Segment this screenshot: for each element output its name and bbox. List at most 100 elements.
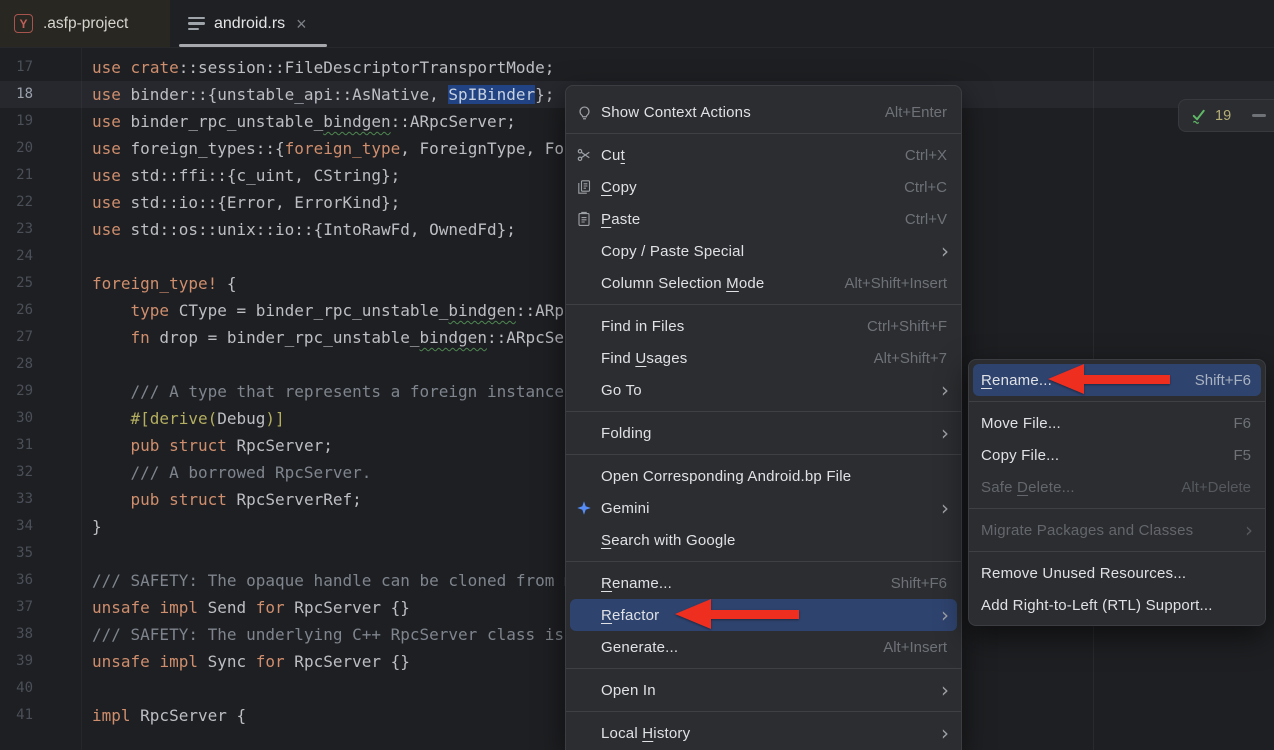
close-tab-icon[interactable]: × bbox=[296, 15, 307, 33]
menu-item-label: Local History bbox=[601, 725, 690, 742]
shortcut-hint: Alt+Enter bbox=[885, 104, 947, 121]
menu-item-copy-paste-special[interactable]: Copy / Paste Special› bbox=[566, 235, 961, 267]
menu-item-paste[interactable]: PasteCtrl+V bbox=[566, 203, 961, 235]
lightbulb-icon bbox=[576, 104, 601, 121]
line-number[interactable]: 35 bbox=[0, 540, 33, 567]
menu-item-rename[interactable]: Rename... Shift+F6 bbox=[566, 567, 961, 599]
menu-item-label: Find in Files bbox=[601, 318, 684, 335]
chevron-right-icon: › bbox=[941, 498, 949, 518]
code-text: foreign_type! { bbox=[92, 270, 237, 297]
widget-more-icon[interactable] bbox=[1252, 114, 1266, 117]
menu-item-label: Find Usages bbox=[601, 350, 687, 367]
line-number[interactable]: 32 bbox=[0, 459, 33, 486]
menu-item-remove-unused-resources[interactable]: Remove Unused Resources... bbox=[969, 557, 1265, 589]
menu-item-gemini[interactable]: Gemini› bbox=[566, 492, 961, 524]
line-number[interactable]: 33 bbox=[0, 486, 33, 513]
line-number[interactable]: 40 bbox=[0, 675, 33, 702]
line-number[interactable]: 39 bbox=[0, 648, 33, 675]
line-number[interactable]: 36 bbox=[0, 567, 33, 594]
ide-window: Y .asfp-project android.rs × 17use crate… bbox=[0, 0, 1274, 750]
line-number[interactable]: 26 bbox=[0, 297, 33, 324]
tab-android-rs[interactable]: android.rs × bbox=[176, 0, 330, 47]
gemini-star-icon bbox=[576, 500, 601, 516]
line-number[interactable]: 25 bbox=[0, 270, 33, 297]
line-number[interactable]: 28 bbox=[0, 351, 33, 378]
project-tab-label: .asfp-project bbox=[43, 15, 128, 33]
menu-item-label: Copy bbox=[601, 179, 637, 196]
menu-separator bbox=[969, 551, 1265, 552]
shortcut-hint: F5 bbox=[1233, 447, 1251, 464]
line-number[interactable]: 37 bbox=[0, 594, 33, 621]
menu-item-search-with-google[interactable]: Search with Google bbox=[566, 524, 961, 556]
menu-item-label: Column Selection Mode bbox=[601, 275, 764, 292]
inspections-ok-icon bbox=[1189, 106, 1208, 125]
editor-tab-label: android.rs bbox=[214, 15, 285, 33]
paste-icon bbox=[576, 211, 601, 227]
shortcut-hint: F6 bbox=[1233, 415, 1251, 432]
line-number[interactable]: 24 bbox=[0, 243, 33, 270]
line-number[interactable]: 18 bbox=[0, 81, 33, 108]
menu-item-label: Cut bbox=[601, 147, 625, 164]
menu-item-go-to[interactable]: Go To› bbox=[566, 374, 961, 406]
menu-item-label: Go To bbox=[601, 382, 642, 399]
tab-asfp-project[interactable]: Y .asfp-project bbox=[0, 0, 170, 47]
line-number[interactable]: 19 bbox=[0, 108, 33, 135]
code-text: use std::io::{Error, ErrorKind}; bbox=[92, 189, 400, 216]
line-number[interactable]: 30 bbox=[0, 405, 33, 432]
line-number[interactable]: 20 bbox=[0, 135, 33, 162]
yaml-file-icon: Y bbox=[14, 14, 33, 33]
menu-separator bbox=[566, 411, 961, 412]
menu-item-find-in-files[interactable]: Find in FilesCtrl+Shift+F bbox=[566, 310, 961, 342]
menu-item-show-context-actions[interactable]: Show Context Actions Alt+Enter bbox=[566, 96, 961, 128]
shortcut-hint: Ctrl+C bbox=[904, 179, 947, 196]
inspections-widget[interactable]: 19 bbox=[1178, 99, 1274, 132]
code-text: use std::ffi::{c_uint, CString}; bbox=[92, 162, 400, 189]
line-number[interactable]: 17 bbox=[0, 54, 33, 81]
menu-item-generate[interactable]: Generate...Alt+Insert bbox=[566, 631, 961, 663]
menu-item-label: Add Right-to-Left (RTL) Support... bbox=[981, 597, 1213, 614]
shortcut-hint: Alt+Delete bbox=[1181, 479, 1251, 496]
warning-count: 19 bbox=[1215, 108, 1231, 124]
menu-item-safe-delete: Safe Delete...Alt+Delete bbox=[969, 471, 1265, 503]
copy-icon bbox=[576, 179, 601, 195]
code-line-17[interactable]: 17use crate::session::FileDescriptorTran… bbox=[0, 54, 1274, 81]
menu-item-folding[interactable]: Folding› bbox=[566, 417, 961, 449]
menu-item-cut[interactable]: Cut Ctrl+X bbox=[566, 139, 961, 171]
shortcut-hint: Shift+F6 bbox=[891, 575, 947, 592]
line-number[interactable]: 23 bbox=[0, 216, 33, 243]
code-text: type CType = binder_rpc_unstable_bindgen… bbox=[92, 297, 641, 324]
line-number[interactable]: 31 bbox=[0, 432, 33, 459]
menu-item-add-right-to-left-rtl-support[interactable]: Add Right-to-Left (RTL) Support... bbox=[969, 589, 1265, 621]
scissors-icon bbox=[576, 147, 601, 163]
code-text: unsafe impl Sync for RpcServer {} bbox=[92, 648, 410, 675]
line-number[interactable]: 21 bbox=[0, 162, 33, 189]
line-number[interactable]: 41 bbox=[0, 702, 33, 729]
line-number[interactable]: 22 bbox=[0, 189, 33, 216]
shortcut-hint: Ctrl+X bbox=[905, 147, 947, 164]
code-text: unsafe impl Send for RpcServer {} bbox=[92, 594, 410, 621]
menu-item-open-corresponding-android-bp-file[interactable]: Open Corresponding Android.bp File bbox=[566, 460, 961, 492]
menu-item-open-in[interactable]: Open In› bbox=[566, 674, 961, 706]
menu-item-label: Folding bbox=[601, 425, 652, 442]
menu-item-local-history[interactable]: Local History › bbox=[566, 717, 961, 749]
shortcut-hint: Alt+Shift+Insert bbox=[844, 275, 947, 292]
chevron-right-icon: › bbox=[1245, 520, 1253, 540]
menu-item-column-selection-mode[interactable]: Column Selection Mode Alt+Shift+Insert bbox=[566, 267, 961, 299]
chevron-right-icon: › bbox=[941, 723, 949, 743]
chevron-right-icon: › bbox=[941, 605, 949, 625]
line-number[interactable]: 29 bbox=[0, 378, 33, 405]
menu-item-label: Show Context Actions bbox=[601, 104, 751, 121]
file-lines-icon bbox=[188, 17, 205, 30]
code-text: use binder_rpc_unstable_bindgen::ARpcSer… bbox=[92, 108, 516, 135]
code-text: /// A borrowed RpcServer. bbox=[92, 459, 371, 486]
line-number[interactable]: 34 bbox=[0, 513, 33, 540]
chevron-right-icon: › bbox=[941, 241, 949, 261]
menu-item-label: Rename... bbox=[601, 575, 672, 592]
menu-item-copy-file[interactable]: Copy File...F5 bbox=[969, 439, 1265, 471]
menu-item-move-file[interactable]: Move File...F6 bbox=[969, 407, 1265, 439]
menu-item-find-usages[interactable]: Find UsagesAlt+Shift+7 bbox=[566, 342, 961, 374]
line-number[interactable]: 27 bbox=[0, 324, 33, 351]
line-number[interactable]: 38 bbox=[0, 621, 33, 648]
menu-item-label: Remove Unused Resources... bbox=[981, 565, 1186, 582]
menu-item-copy[interactable]: Copy Ctrl+C bbox=[566, 171, 961, 203]
